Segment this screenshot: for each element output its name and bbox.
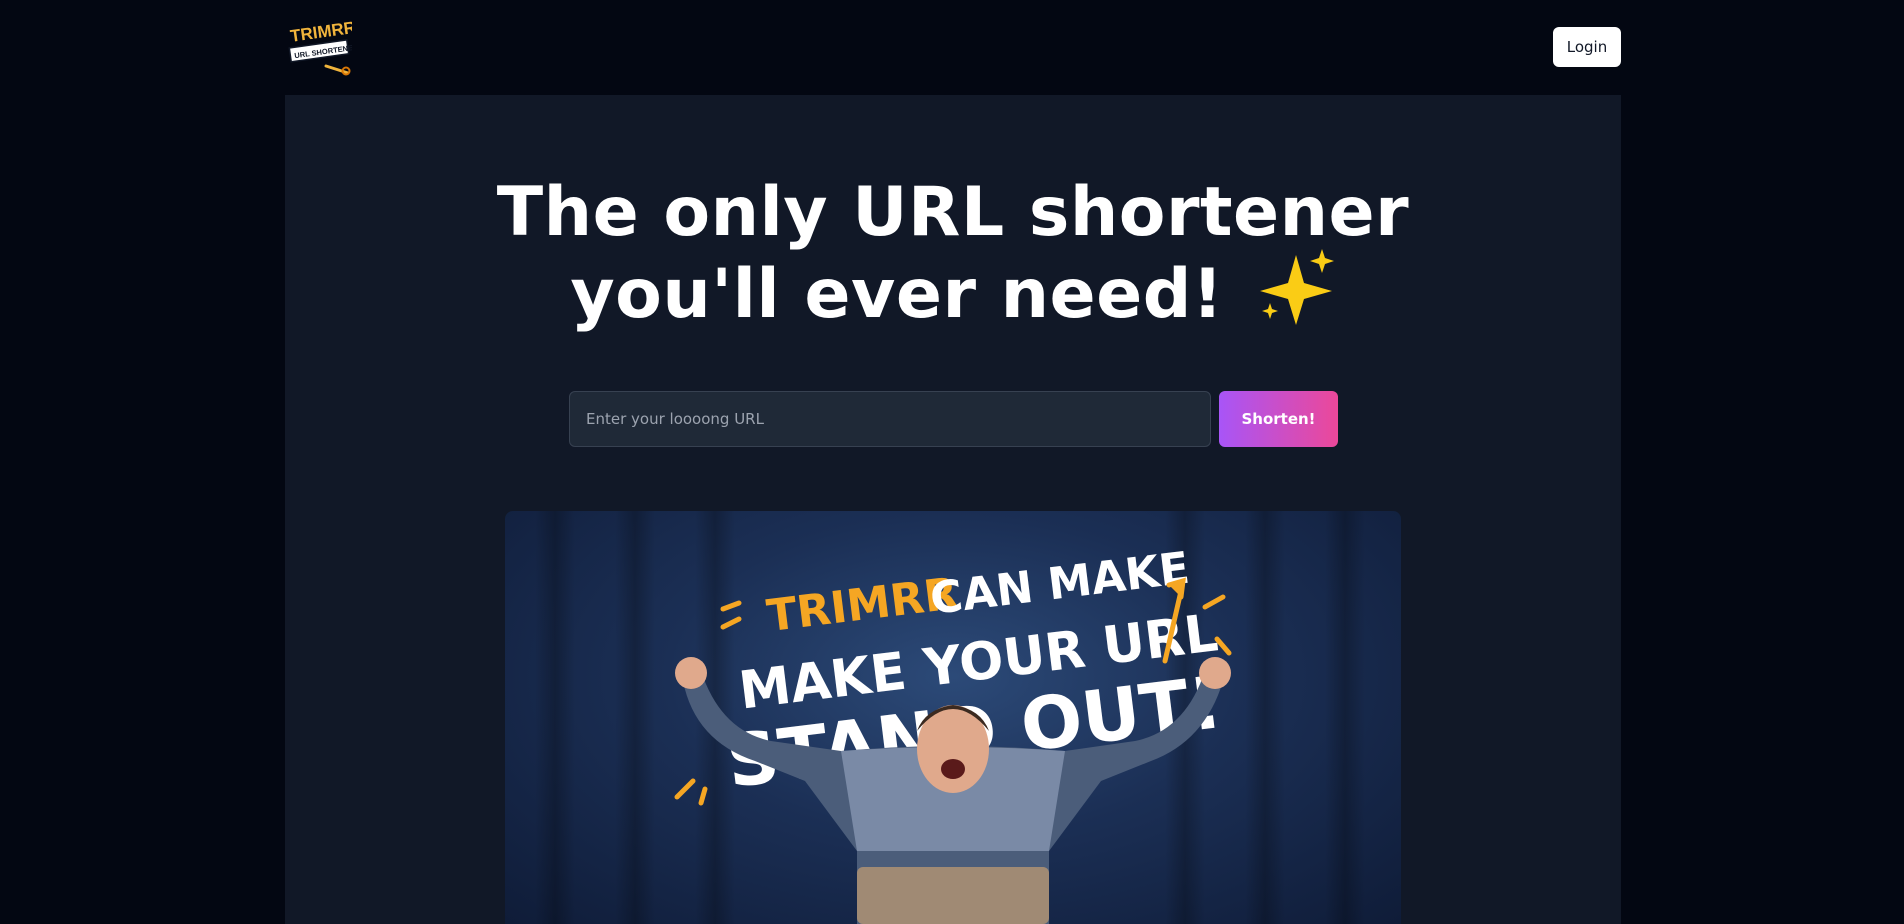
- login-button[interactable]: Login: [1553, 27, 1621, 67]
- top-navigation-bar: TRIMRR URL SHORTENER Login: [0, 0, 1904, 95]
- trimrr-logo[interactable]: TRIMRR URL SHORTENER: [288, 18, 359, 76]
- logo-graphic: TRIMRR URL SHORTENER: [288, 18, 359, 76]
- headline-line-2: you'll ever need!: [570, 255, 1224, 334]
- headline-line-1: The only URL shortener: [496, 173, 1410, 252]
- url-input[interactable]: [569, 391, 1211, 447]
- main-content: The only URL shortener you'll ever need!…: [285, 95, 1621, 924]
- hero-headline: The only URL shortener you'll ever need!: [285, 177, 1621, 331]
- sparkles-icon: [1259, 249, 1334, 325]
- shorten-button[interactable]: Shorten!: [1219, 391, 1338, 447]
- promo-banner-image: TRIMRR CAN MAKE MAKE YOUR URL STAND OUT!: [505, 511, 1401, 924]
- banner-illustration: TRIMRR CAN MAKE MAKE YOUR URL STAND OUT!: [535, 511, 1365, 924]
